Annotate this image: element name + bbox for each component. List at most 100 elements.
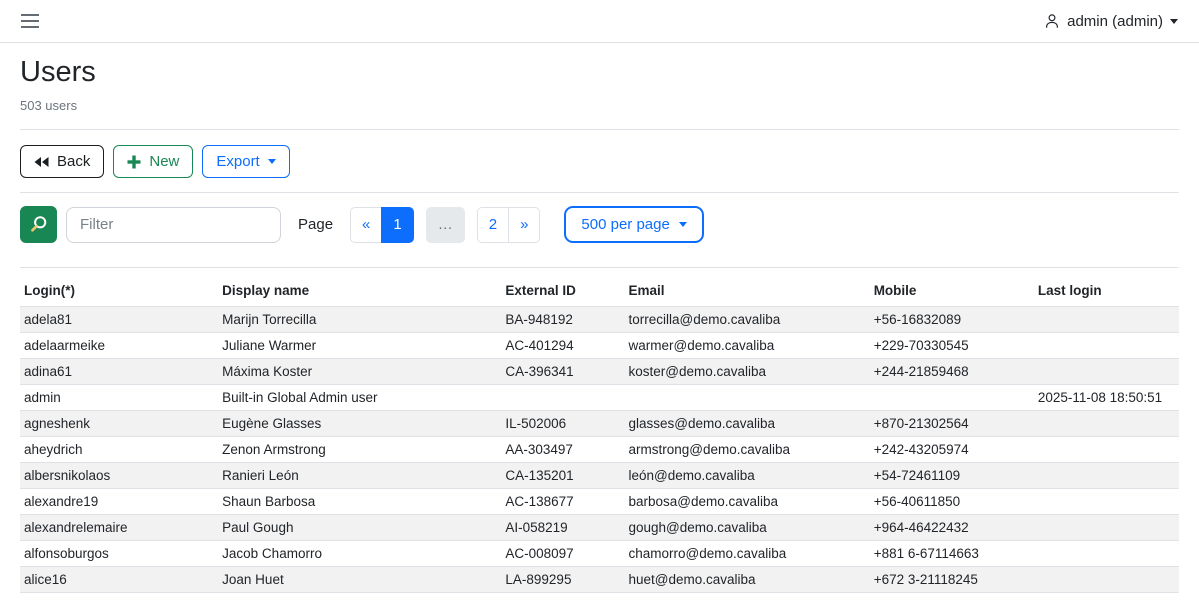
filter-input[interactable] bbox=[66, 207, 281, 243]
cell-display-name: Joan Huet bbox=[218, 567, 501, 593]
cell-login: alice16 bbox=[20, 567, 218, 593]
cell-login: albersnikolaos bbox=[20, 463, 218, 489]
cell-external-id: IL-502006 bbox=[501, 411, 624, 437]
cell-mobile bbox=[870, 385, 1034, 411]
cell-email: armstrong@demo.cavaliba bbox=[624, 437, 869, 463]
cell-external-id bbox=[501, 385, 624, 411]
column-header-login: Login(*) bbox=[20, 275, 218, 307]
back-button[interactable]: Back bbox=[20, 145, 104, 178]
table-row[interactable]: aheydrichZenon ArmstrongAA-303497armstro… bbox=[20, 437, 1179, 463]
user-label: admin (admin) bbox=[1067, 13, 1163, 30]
cell-email: warmer@demo.cavaliba bbox=[624, 333, 869, 359]
caret-down-icon bbox=[679, 222, 687, 227]
cell-external-id: CA-135201 bbox=[501, 463, 624, 489]
table-row[interactable]: agneshenkEugène GlassesIL-502006glasses@… bbox=[20, 411, 1179, 437]
page-button-2[interactable]: 2 bbox=[477, 207, 509, 243]
cell-last-login bbox=[1034, 567, 1179, 593]
table-row[interactable]: adina61Máxima KosterCA-396341koster@demo… bbox=[20, 359, 1179, 385]
cell-mobile: +870-21302564 bbox=[870, 411, 1034, 437]
pagination: «1…2» bbox=[350, 207, 540, 243]
main-content: Users 503 users Back New Export bbox=[0, 56, 1199, 593]
table-row[interactable]: alfonsoburgosJacob ChamorroAC-008097cham… bbox=[20, 541, 1179, 567]
cell-login: adina61 bbox=[20, 359, 218, 385]
page-button-next[interactable]: » bbox=[508, 207, 540, 243]
cell-external-id: CA-396341 bbox=[501, 359, 624, 385]
cell-last-login: 2025-11-08 18:50:51 bbox=[1034, 385, 1179, 411]
cell-login: alexandrelemaire bbox=[20, 515, 218, 541]
table-row[interactable]: albersnikolaosRanieri LeónCA-135201león@… bbox=[20, 463, 1179, 489]
cell-email: gough@demo.cavaliba bbox=[624, 515, 869, 541]
cell-external-id: LA-899295 bbox=[501, 567, 624, 593]
page-button-1[interactable]: 1 bbox=[381, 207, 413, 243]
cell-display-name: Máxima Koster bbox=[218, 359, 501, 385]
table-row[interactable]: alexandrelemairePaul GoughAI-058219gough… bbox=[20, 515, 1179, 541]
cell-mobile: +242-43205974 bbox=[870, 437, 1034, 463]
cell-external-id: AC-138677 bbox=[501, 489, 624, 515]
table-row[interactable]: adelaarmeikeJuliane WarmerAC-401294warme… bbox=[20, 333, 1179, 359]
cell-display-name: Juliane Warmer bbox=[218, 333, 501, 359]
hamburger-menu-icon[interactable] bbox=[21, 12, 39, 30]
cell-mobile: +881 6-67114663 bbox=[870, 541, 1034, 567]
users-table-body: adela81Marijn TorrecillaBA-948192torreci… bbox=[20, 307, 1179, 593]
column-header-last-login: Last login bbox=[1034, 275, 1179, 307]
table-row[interactable]: adela81Marijn TorrecillaBA-948192torreci… bbox=[20, 307, 1179, 333]
cell-display-name: Marijn Torrecilla bbox=[218, 307, 501, 333]
table-row[interactable]: adminBuilt-in Global Admin user2025-11-0… bbox=[20, 385, 1179, 411]
per-page-dropdown[interactable]: 500 per page bbox=[564, 206, 703, 243]
cell-email: chamorro@demo.cavaliba bbox=[624, 541, 869, 567]
export-button[interactable]: Export bbox=[202, 145, 289, 178]
cell-login: alfonsoburgos bbox=[20, 541, 218, 567]
table-row[interactable]: alice16Joan HuetLA-899295huet@demo.caval… bbox=[20, 567, 1179, 593]
search-button[interactable] bbox=[20, 206, 57, 243]
magnifier-icon bbox=[29, 215, 48, 234]
column-header-email: Email bbox=[624, 275, 869, 307]
cell-mobile: +56-40611850 bbox=[870, 489, 1034, 515]
cell-mobile: +672 3-21118245 bbox=[870, 567, 1034, 593]
cell-login: adelaarmeike bbox=[20, 333, 218, 359]
cell-external-id: AC-008097 bbox=[501, 541, 624, 567]
caret-down-icon bbox=[268, 159, 276, 164]
cell-display-name: Ranieri León bbox=[218, 463, 501, 489]
cell-login: aheydrich bbox=[20, 437, 218, 463]
cell-last-login bbox=[1034, 541, 1179, 567]
cell-display-name: Shaun Barbosa bbox=[218, 489, 501, 515]
cell-email: barbosa@demo.cavaliba bbox=[624, 489, 869, 515]
cell-login: admin bbox=[20, 385, 218, 411]
cell-email: huet@demo.cavaliba bbox=[624, 567, 869, 593]
page-label: Page bbox=[298, 216, 333, 233]
page-button-prev[interactable]: « bbox=[350, 207, 382, 243]
cell-last-login bbox=[1034, 359, 1179, 385]
person-icon bbox=[1044, 13, 1060, 29]
cell-last-login bbox=[1034, 411, 1179, 437]
cell-external-id: AC-401294 bbox=[501, 333, 624, 359]
user-menu[interactable]: admin (admin) bbox=[1044, 13, 1178, 30]
cell-mobile: +964-46422432 bbox=[870, 515, 1034, 541]
cell-mobile: +229-70330545 bbox=[870, 333, 1034, 359]
per-page-label: 500 per page bbox=[581, 216, 669, 233]
column-header-display-name: Display name bbox=[218, 275, 501, 307]
cell-email: torrecilla@demo.cavaliba bbox=[624, 307, 869, 333]
cell-display-name: Eugène Glasses bbox=[218, 411, 501, 437]
users-table: Login(*)Display nameExternal IDEmailMobi… bbox=[20, 275, 1179, 593]
toolbar: Back New Export bbox=[20, 145, 1179, 178]
cell-last-login bbox=[1034, 307, 1179, 333]
back-label: Back bbox=[57, 151, 90, 172]
cell-external-id: AI-058219 bbox=[501, 515, 624, 541]
table-row[interactable]: alexandre19Shaun BarbosaAC-138677barbosa… bbox=[20, 489, 1179, 515]
new-button[interactable]: New bbox=[113, 145, 193, 178]
caret-down-icon bbox=[1170, 19, 1178, 24]
user-count: 503 users bbox=[20, 98, 1179, 113]
filter-row: Page «1…2» 500 per page bbox=[20, 206, 1179, 243]
cell-display-name: Zenon Armstrong bbox=[218, 437, 501, 463]
topbar: admin (admin) bbox=[0, 0, 1199, 43]
export-label: Export bbox=[216, 151, 259, 172]
cell-display-name: Paul Gough bbox=[218, 515, 501, 541]
cell-email: koster@demo.cavaliba bbox=[624, 359, 869, 385]
cell-mobile: +56-16832089 bbox=[870, 307, 1034, 333]
cell-last-login bbox=[1034, 515, 1179, 541]
table-header-row: Login(*)Display nameExternal IDEmailMobi… bbox=[20, 275, 1179, 307]
divider bbox=[20, 192, 1179, 193]
divider bbox=[20, 129, 1179, 130]
cell-last-login bbox=[1034, 333, 1179, 359]
cell-last-login bbox=[1034, 463, 1179, 489]
